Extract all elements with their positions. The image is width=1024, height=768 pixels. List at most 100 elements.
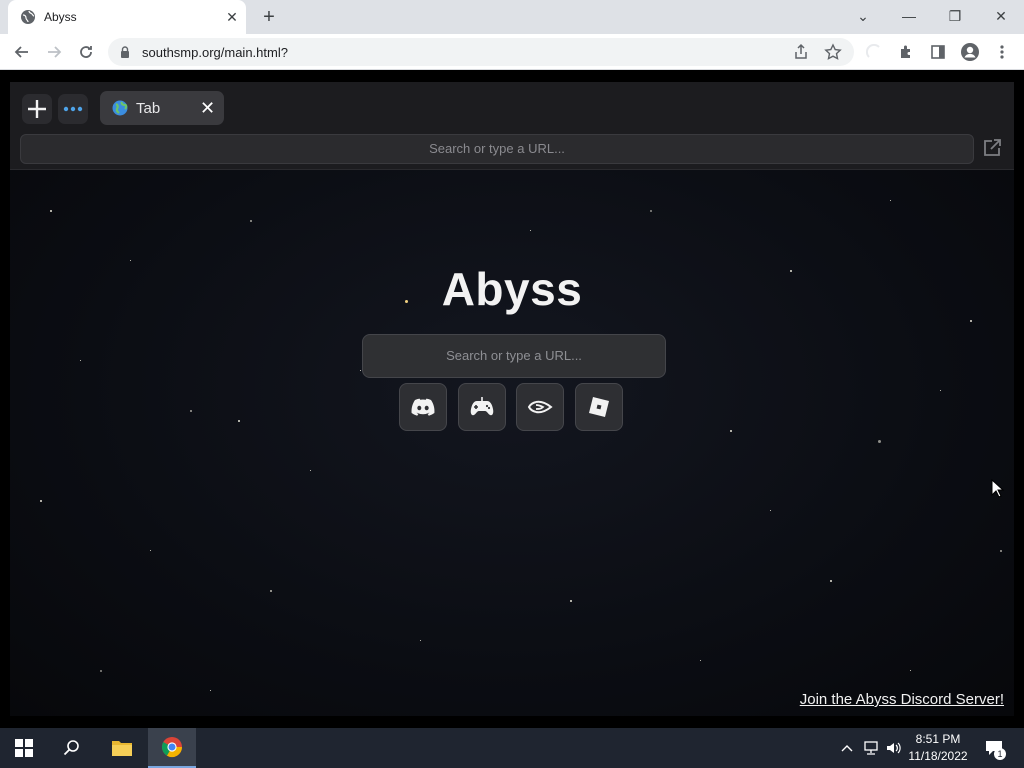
shortcut-bar bbox=[399, 383, 625, 433]
extensions-button[interactable] bbox=[894, 40, 918, 64]
show-hidden-icons-button[interactable] bbox=[838, 728, 856, 768]
forward-button[interactable] bbox=[42, 40, 66, 64]
address-url: southsmp.org/main.html? bbox=[142, 45, 288, 60]
chrome-icon bbox=[161, 737, 183, 758]
roblox-icon bbox=[589, 397, 609, 417]
open-external-icon[interactable] bbox=[982, 138, 1002, 158]
taskbar: 8:51 PM 11/18/2022 1 bbox=[0, 728, 1024, 768]
clock-time: 8:51 PM bbox=[915, 732, 961, 746]
star bbox=[420, 640, 421, 641]
notification-count-badge: 1 bbox=[994, 748, 1006, 760]
chrome-menu-button[interactable] bbox=[990, 40, 1014, 64]
abyss-logo-title: Abyss bbox=[441, 263, 583, 315]
star bbox=[190, 410, 192, 412]
start-button[interactable] bbox=[0, 728, 48, 768]
star bbox=[570, 600, 572, 602]
avatar bbox=[961, 43, 979, 61]
main-search-input[interactable]: Search or type a URL... bbox=[362, 334, 666, 378]
discord-invite-link[interactable]: Join the Abyss Discord Server! bbox=[800, 691, 1004, 708]
side-panel-button[interactable] bbox=[926, 40, 950, 64]
address-bar[interactable]: southsmp.org/main.html? bbox=[108, 38, 854, 66]
abyss-header: Tab ✕ Search or type a URL... bbox=[10, 82, 1014, 170]
taskbar-search-button[interactable] bbox=[48, 728, 96, 768]
folder-icon bbox=[112, 741, 132, 756]
mouse-cursor-icon bbox=[991, 479, 1005, 498]
share-icon[interactable] bbox=[792, 43, 810, 61]
star bbox=[310, 470, 311, 471]
discord-shortcut-button[interactable] bbox=[399, 383, 447, 431]
star bbox=[878, 440, 881, 443]
star bbox=[700, 660, 701, 661]
star bbox=[150, 550, 151, 551]
reload-icon bbox=[80, 46, 92, 58]
nvidia-icon bbox=[527, 400, 553, 414]
globe-icon bbox=[21, 10, 35, 24]
star bbox=[650, 210, 652, 212]
bookmark-star-icon[interactable] bbox=[824, 43, 842, 61]
kebab-menu-icon bbox=[1000, 45, 1004, 59]
back-button[interactable] bbox=[10, 40, 34, 64]
games-shortcut-button[interactable] bbox=[458, 383, 506, 431]
star bbox=[360, 370, 361, 371]
lock-icon bbox=[121, 46, 129, 58]
close-window-button[interactable]: ✕ bbox=[986, 4, 1016, 28]
plus-icon bbox=[28, 100, 46, 118]
file-explorer-button[interactable] bbox=[98, 728, 146, 768]
puzzle-icon bbox=[901, 45, 910, 58]
star bbox=[730, 430, 732, 432]
browser-tab-strip: Abyss ✕ + ⌄ — ❐ ✕ bbox=[0, 0, 1024, 34]
star bbox=[890, 200, 891, 201]
star bbox=[100, 670, 102, 672]
star bbox=[130, 260, 131, 261]
tab-search-icon[interactable]: ⌄ bbox=[848, 4, 878, 28]
new-tab-button[interactable]: + bbox=[258, 6, 280, 28]
star bbox=[830, 580, 832, 582]
globe-icon bbox=[112, 100, 128, 116]
browser-tab-title: Abyss bbox=[44, 10, 77, 24]
page-viewport: Tab ✕ Search or type a URL... Abyss Sear… bbox=[0, 70, 1024, 728]
browser-toolbar: southsmp.org/main.html? bbox=[0, 34, 1024, 70]
abyss-app: Tab ✕ Search or type a URL... Abyss Sear… bbox=[10, 82, 1014, 716]
star bbox=[1000, 550, 1002, 552]
nvidia-shortcut-button[interactable] bbox=[516, 383, 564, 431]
abyss-tab-close-icon[interactable]: ✕ bbox=[200, 98, 215, 119]
profile-button[interactable] bbox=[958, 40, 982, 64]
starfield-background bbox=[10, 170, 1014, 716]
chrome-taskbar-button[interactable] bbox=[148, 728, 196, 768]
browser-tab[interactable]: Abyss ✕ bbox=[8, 0, 246, 34]
star bbox=[270, 590, 272, 592]
star bbox=[40, 500, 42, 502]
star bbox=[940, 390, 941, 391]
star bbox=[970, 320, 972, 322]
arrow-right-icon bbox=[48, 46, 62, 58]
more-dots-icon bbox=[63, 106, 83, 112]
abyss-tab-label: Tab bbox=[136, 100, 161, 117]
abyss-more-button[interactable] bbox=[58, 94, 88, 124]
star bbox=[530, 230, 531, 231]
chevron-up-icon bbox=[841, 745, 853, 752]
star bbox=[770, 510, 771, 511]
restore-button[interactable]: ❐ bbox=[940, 4, 970, 28]
abyss-url-input[interactable]: Search or type a URL... bbox=[20, 134, 974, 164]
star bbox=[910, 670, 911, 671]
star bbox=[80, 360, 81, 361]
roblox-shortcut-button[interactable] bbox=[575, 383, 623, 431]
minimize-button[interactable]: — bbox=[894, 4, 924, 28]
windows-logo-icon bbox=[15, 739, 33, 757]
action-center-button[interactable]: 1 bbox=[980, 728, 1008, 768]
discord-icon bbox=[411, 398, 435, 416]
abyss-tab[interactable]: Tab ✕ bbox=[100, 91, 224, 125]
speaker-icon bbox=[887, 742, 901, 754]
star bbox=[238, 420, 240, 422]
star bbox=[210, 690, 211, 691]
volume-button[interactable] bbox=[884, 728, 904, 768]
star bbox=[250, 220, 252, 222]
system-clock[interactable]: 8:51 PM 11/18/2022 bbox=[902, 731, 974, 765]
gamepad-icon bbox=[470, 397, 494, 416]
close-tab-icon[interactable]: ✕ bbox=[224, 9, 240, 25]
abyss-new-tab-button[interactable] bbox=[22, 94, 52, 124]
clock-date: 11/18/2022 bbox=[908, 749, 968, 763]
reload-button[interactable] bbox=[74, 40, 98, 64]
network-button[interactable] bbox=[860, 728, 882, 768]
network-icon bbox=[864, 741, 878, 755]
